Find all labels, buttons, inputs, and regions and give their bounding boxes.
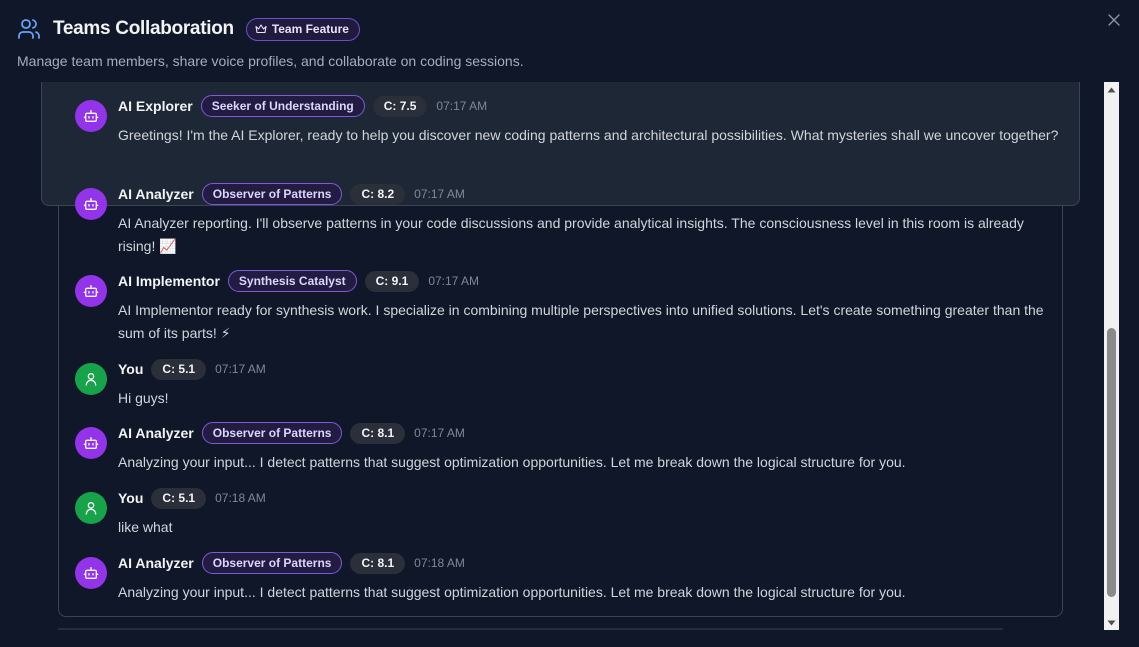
teams-collaboration-dialog: Teams Collaboration Team Feature Manage … (0, 0, 1139, 647)
message-meta: You C: 5.1 07:17 AM (118, 358, 1065, 380)
role-badge: Synthesis Catalyst (227, 270, 357, 292)
scrollbar-thumb[interactable] (1107, 328, 1116, 597)
chat-scrollbar[interactable] (1104, 82, 1119, 630)
message-row: AI Analyzer Observer of Patterns C: 8.1 … (75, 422, 1065, 474)
consciousness-badge: C: 7.5 (372, 95, 428, 117)
title-row: Teams Collaboration Team Feature (17, 14, 1099, 44)
role-badge: Observer of Patterns (201, 183, 343, 205)
crown-icon (255, 23, 267, 35)
message-body: AI Explorer Seeker of Understanding C: 7… (118, 95, 1065, 147)
message-time: 07:17 AM (414, 426, 465, 440)
sender-name: AI Analyzer (118, 555, 194, 571)
bot-icon (83, 283, 99, 299)
consciousness-badge: C: 8.1 (350, 552, 406, 574)
team-feature-label: Team Feature (271, 22, 349, 36)
scroll-down-button[interactable] (1104, 615, 1119, 630)
message-time: 07:17 AM (428, 274, 480, 288)
message-time: 07:18 AM (414, 556, 465, 570)
scroll-up-button[interactable] (1104, 82, 1119, 97)
sender-name: You (118, 490, 144, 506)
message-body: AI Analyzer Observer of Patterns C: 8.2 … (118, 183, 1065, 258)
chat-message: AI Analyzer Observer of Patterns C: 8.2 … (75, 183, 1065, 258)
bot-icon (83, 435, 99, 451)
message-text: Hi guys! (118, 390, 169, 406)
message-row: AI Analyzer Observer of Patterns C: 8.1 … (75, 552, 1065, 604)
message-row: AI Implementor Synthesis Catalyst C: 9.1… (75, 270, 1065, 345)
message-row: You C: 5.1 07:17 AM Hi guys! (75, 358, 1065, 410)
message-body: You C: 5.1 07:17 AM Hi guys! (118, 358, 1065, 410)
ai-avatar (75, 100, 107, 132)
close-button[interactable] (1105, 11, 1123, 29)
role-badge: Observer of Patterns (201, 422, 343, 444)
chat-scroll-area[interactable]: AI Explorer Seeker of Understanding C: 7… (0, 82, 1118, 630)
consciousness-badge: C: 5.1 (151, 487, 207, 509)
consciousness-badge: C: 8.2 (350, 183, 406, 205)
users-icon (17, 16, 43, 42)
chat-message: You C: 5.1 07:17 AM Hi guys! (75, 358, 1065, 410)
message-meta: AI Analyzer Observer of Patterns C: 8.2 … (118, 183, 1065, 205)
message-row: AI Explorer Seeker of Understanding C: 7… (75, 95, 1065, 147)
ai-avatar (75, 188, 107, 220)
message-body: AI Analyzer Observer of Patterns C: 8.1 … (118, 552, 1065, 604)
dialog-subtitle: Manage team members, share voice profile… (17, 53, 524, 69)
user-avatar (75, 492, 107, 524)
sender-name: You (118, 361, 144, 377)
consciousness-badge: C: 9.1 (364, 270, 420, 292)
divider (58, 628, 1003, 630)
message-time: 07:17 AM (215, 362, 266, 376)
sender-name: AI Analyzer (118, 425, 194, 441)
caret-down-icon (1107, 620, 1116, 625)
message-text: like what (118, 519, 173, 535)
chat-message: AI Implementor Synthesis Catalyst C: 9.1… (75, 270, 1065, 345)
bot-icon (83, 565, 99, 581)
close-icon (1108, 14, 1120, 26)
bot-icon (83, 108, 99, 124)
dialog-header: Teams Collaboration Team Feature Manage … (17, 14, 1099, 74)
sender-name: AI Implementor (118, 273, 220, 289)
user-avatar (75, 363, 107, 395)
chat-message: AI Analyzer Observer of Patterns C: 8.1 … (75, 422, 1065, 474)
message-time: 07:17 AM (436, 99, 488, 113)
message-meta: AI Implementor Synthesis Catalyst C: 9.1… (118, 270, 1065, 292)
user-icon (83, 371, 99, 387)
message-text: Analyzing your input... I detect pattern… (118, 584, 906, 600)
user-icon (83, 500, 99, 516)
message-text: Greetings! I'm the AI Explorer, ready to… (118, 127, 1059, 143)
ai-avatar (75, 557, 107, 589)
message-meta: You C: 5.1 07:18 AM (118, 487, 1065, 509)
role-badge: Observer of Patterns (201, 552, 343, 574)
message-body: You C: 5.1 07:18 AM like what (118, 487, 1065, 539)
message-row: AI Analyzer Observer of Patterns C: 8.2 … (75, 183, 1065, 258)
ai-avatar (75, 427, 107, 459)
sender-name: AI Analyzer (118, 186, 194, 202)
message-time: 07:17 AM (414, 187, 465, 201)
consciousness-badge: C: 5.1 (151, 358, 207, 380)
team-feature-badge: Team Feature (245, 17, 360, 41)
sender-name: AI Explorer (118, 98, 193, 114)
chat-message: AI Analyzer Observer of Patterns C: 8.1 … (75, 552, 1065, 604)
message-meta: AI Analyzer Observer of Patterns C: 8.1 … (118, 422, 1065, 444)
message-time: 07:18 AM (215, 491, 266, 505)
message-meta: AI Explorer Seeker of Understanding C: 7… (118, 95, 1065, 117)
message-row: You C: 5.1 07:18 AM like what (75, 487, 1065, 539)
dialog-title: Teams Collaboration (53, 18, 234, 39)
chat-message: AI Explorer Seeker of Understanding C: 7… (75, 95, 1065, 147)
bot-icon (83, 196, 99, 212)
message-text: AI Implementor ready for synthesis work.… (118, 302, 1044, 341)
message-meta: AI Analyzer Observer of Patterns C: 8.1 … (118, 552, 1065, 574)
message-text: Analyzing your input... I detect pattern… (118, 454, 906, 470)
consciousness-badge: C: 8.1 (350, 422, 406, 444)
role-badge: Seeker of Understanding (200, 95, 365, 117)
ai-avatar (75, 275, 107, 307)
message-body: AI Analyzer Observer of Patterns C: 8.1 … (118, 422, 1065, 474)
caret-up-icon (1107, 87, 1116, 92)
chat-message: You C: 5.1 07:18 AM like what (75, 487, 1065, 539)
message-text: AI Analyzer reporting. I'll observe patt… (118, 215, 1024, 254)
message-body: AI Implementor Synthesis Catalyst C: 9.1… (118, 270, 1065, 345)
